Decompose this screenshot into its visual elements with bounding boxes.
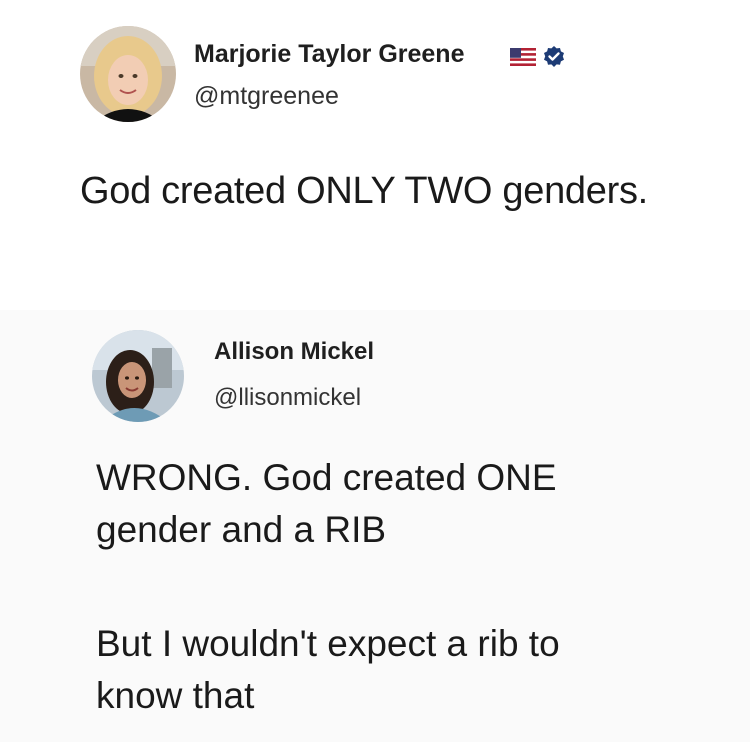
user-handle[interactable]: @mtgreenee <box>194 82 339 111</box>
tweet-text-line: But I wouldn't expect a rib to <box>96 623 560 664</box>
tweet-text: God created ONLY TWO genders. <box>80 170 648 212</box>
tweet-text-line: WRONG. God created ONE <box>96 457 557 498</box>
tweet-text-line: gender and a RIB <box>96 509 387 550</box>
avatar[interactable] <box>80 26 176 122</box>
us-flag-icon <box>510 48 536 71</box>
user-handle[interactable]: @llisonmickel <box>214 384 361 412</box>
verified-badge-icon <box>542 45 566 74</box>
tweet-text-line: know that <box>96 675 255 716</box>
original-tweet: Marjorie Taylor Greene @mtgreenee God cr… <box>0 0 750 240</box>
avatar[interactable] <box>92 330 184 422</box>
name-badges <box>510 45 566 74</box>
display-name[interactable]: Allison Mickel <box>214 338 374 366</box>
display-name[interactable]: Marjorie Taylor Greene <box>194 40 464 69</box>
